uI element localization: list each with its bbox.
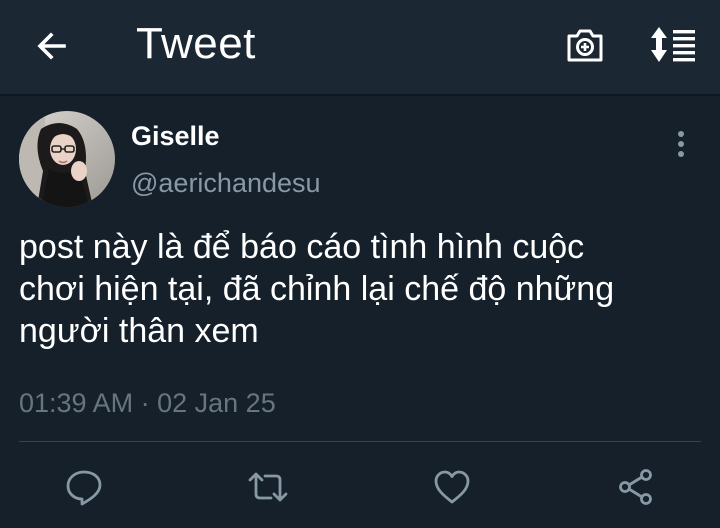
share-button[interactable] xyxy=(612,464,660,510)
tweet-text-line: người thân xem xyxy=(19,312,259,350)
tweet-text-line: post này là để báo cáo tình hình cuộc xyxy=(19,228,585,266)
heart-icon xyxy=(434,470,470,504)
retweet-icon xyxy=(248,472,288,502)
more-options-button[interactable] xyxy=(664,126,698,162)
author-display-name[interactable]: Giselle xyxy=(131,119,220,153)
retweet-button[interactable] xyxy=(244,464,292,510)
sort-button[interactable] xyxy=(648,22,700,68)
like-button[interactable] xyxy=(428,464,476,510)
divider xyxy=(19,441,701,442)
tweet-time: 01:39 AM xyxy=(19,388,134,418)
more-vertical-icon xyxy=(678,131,684,157)
back-button[interactable] xyxy=(30,24,74,68)
author-handle[interactable]: @aerichandesu xyxy=(131,166,321,200)
sort-list-icon xyxy=(651,27,695,62)
avatar[interactable] xyxy=(19,111,115,207)
camera-button[interactable] xyxy=(562,22,608,68)
page-title: Tweet xyxy=(136,19,256,68)
app-header: Tweet xyxy=(0,0,720,96)
tweet-date: 02 Jan 25 xyxy=(157,388,276,418)
avatar-image xyxy=(19,111,115,207)
reply-icon xyxy=(66,470,102,506)
camera-plus-icon xyxy=(567,29,603,62)
tweet-timestamp: 01:39 AM · 02 Jan 25 xyxy=(19,386,276,420)
tweet-text-line: chơi hiện tại, đã chỉnh lại chế độ những xyxy=(19,270,615,308)
share-icon xyxy=(619,469,652,505)
arrow-left-icon xyxy=(37,32,66,60)
reply-button[interactable] xyxy=(60,464,108,510)
meta-separator: · xyxy=(140,388,150,418)
tweet-text: post này là để báo cáo tình hình cuộc ch… xyxy=(19,226,709,352)
